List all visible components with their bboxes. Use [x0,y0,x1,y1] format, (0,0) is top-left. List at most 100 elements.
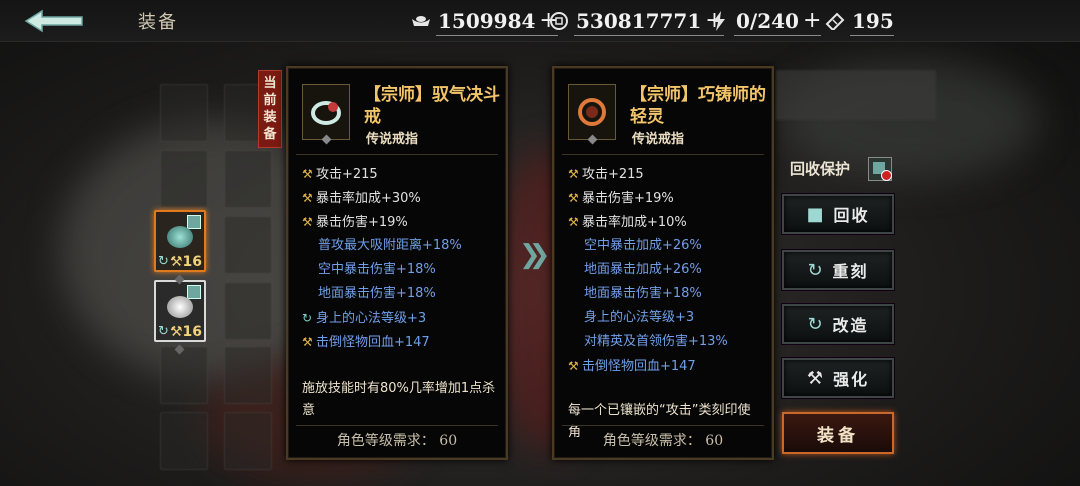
stat-row: ⚒ 暴击率加成+10% [568,210,766,234]
ticket-value: 195 [852,9,894,33]
recycle-protect-toggle[interactable] [868,157,892,181]
lock-cube-icon [187,285,201,299]
stat-text: 击倒怪物回血+147 [582,359,696,374]
inventory-slot[interactable] [224,346,272,404]
ring-icon [167,226,193,248]
stat-row: 对精英及首领伤害+13% [568,330,766,354]
hammer-icon: ⚒ [806,367,824,389]
stat-row: ⚒ 击倒怪物回血+147 [302,330,500,354]
item-icon-box [302,84,350,145]
resource-ingot: 1509984 + [410,9,558,36]
stat-row: 空中暴击伤害+18% [302,258,500,282]
stat-row: 普攻最大吸附距离+18% [302,234,500,258]
stat-text: 身上的心法等级+3 [584,310,695,325]
hammer-icon: ⚒ [302,167,313,181]
hammer-icon: ⚒ [568,359,579,373]
inventory-slot[interactable] [160,412,208,470]
hammer-icon: ⚒ [568,215,579,229]
page-title: 装备 [138,12,178,33]
item-name: 【宗师】驭气决斗戒 [364,85,500,127]
stat-row: ⚒ 攻击+215 [568,162,766,186]
ingot-value: 1509984 [438,9,536,33]
hammer-icon: ⚒ [568,167,579,181]
stat-text: 地面暴击加成+26% [584,262,702,277]
enhance-label: 强化 [833,370,870,389]
stat-row: 地面暴击加成+26% [568,258,766,282]
stat-row: ⚒ 攻击+215 [302,162,500,186]
lightning-icon [708,10,730,32]
stat-row: 地面暴击伤害+18% [302,282,500,306]
stat-text: 攻击+215 [582,167,644,182]
inventory-slot-active[interactable]: ↻ ⚒16 [154,210,206,272]
energy-value: 0/240 [736,9,799,33]
recycle-protect-label: 回收保护 [790,160,851,178]
modify-button[interactable]: ↻ 改造 [782,304,894,344]
stat-text: 身上的心法等级+3 [316,311,427,326]
stat-text: 攻击+215 [316,167,378,182]
back-button[interactable] [24,8,86,34]
cube-icon: ■ [806,203,824,225]
lock-cube-icon [187,215,201,229]
back-arrow-icon [24,9,83,33]
stat-text: 地面暴击伤害+18% [318,286,436,301]
coin-value: 530817771 [576,9,702,33]
reengrave-label: 重刻 [832,262,869,281]
cycle-icon: ↻ [158,254,169,269]
stat-text: 普攻最大吸附距离+18% [318,238,462,253]
inventory-slot[interactable] [224,282,272,340]
hammer-icon: ⚒ [302,335,313,349]
stat-text: 空中暴击加成+26% [584,238,702,253]
ring-icon [311,101,341,125]
compare-arrow-icon: ❯❯ [519,240,550,270]
hammer-icon: ⚒ [568,191,579,205]
recycle-label: 回收 [833,206,870,225]
inventory-slot[interactable] [160,84,208,142]
inventory-slot[interactable] [224,412,272,470]
hammer-icon: ⚒ [302,215,313,229]
ingot-icon [410,10,432,32]
add-energy-button[interactable]: + [803,10,821,32]
stat-text: 暴击率加成+10% [582,215,687,230]
current-equip-tag: 当前装备 [258,70,282,148]
cycle-icon: ↻ [302,311,313,325]
stat-row: ⚒ 击倒怪物回血+147 [568,354,766,378]
stat-text: 击倒怪物回血+147 [316,335,430,350]
coin-icon [548,10,570,32]
stat-row: 空中暴击加成+26% [568,234,766,258]
resource-energy: 0/240 + [708,9,822,36]
stat-list: ⚒ 攻击+215 ⚒ 暴击伤害+19% ⚒ 暴击率加成+10% 空中暴击加成+26% 地面暴击… [568,162,766,378]
stat-text: 空中暴击伤害+18% [318,262,436,277]
stat-text: 暴击伤害+19% [582,191,674,206]
resource-coin: 530817771 + [548,9,724,36]
reengrave-button[interactable]: ↻ 重刻 [782,250,894,290]
recycle-button[interactable]: ■ 回收 [782,194,894,234]
stat-row: 身上的心法等级+3 [568,306,766,330]
item-type: 传说戒指 [366,132,419,147]
inventory-slot[interactable] [160,150,208,208]
equip-label: 装备 [817,425,859,446]
stat-row: ⚒ 暴击率加成+30% [302,186,500,210]
ring-icon [167,296,193,318]
cycle-icon: ↻ [158,324,169,339]
item-effect: 施放技能时有80%几率增加1点杀意 [302,381,496,418]
inventory-slot[interactable] [160,346,208,404]
ring-icon [578,98,606,126]
cycle-icon: ↻ [807,313,823,335]
stat-list: ⚒ 攻击+215 ⚒ 暴击率加成+30% ⚒ 暴击伤害+19% 普攻最大吸附距离+18% 空中… [302,162,500,354]
inventory-slot[interactable] [224,150,272,208]
stat-text: 对精英及首领伤害+13% [584,334,728,349]
hammer-icon: ⚒ [302,191,313,205]
stat-text: 地面暴击伤害+18% [584,286,702,301]
enhance-button[interactable]: ⚒ 强化 [782,358,894,398]
equip-button[interactable]: 装备 [782,412,894,454]
inventory-slot-selected[interactable]: ↻ ⚒16 [154,280,206,342]
blurred-tabs [776,70,936,120]
slot-level: ⚒16 [169,254,202,270]
cycle-icon: ↻ [807,259,823,281]
inventory-slot[interactable] [224,216,272,274]
stat-text: 暴击伤害+19% [316,215,408,230]
stat-text: 暴击率加成+30% [316,191,421,206]
slot-level: ⚒16 [169,324,202,340]
disabled-icon [881,170,892,181]
stat-row: ⚒ 暴击伤害+19% [568,186,766,210]
